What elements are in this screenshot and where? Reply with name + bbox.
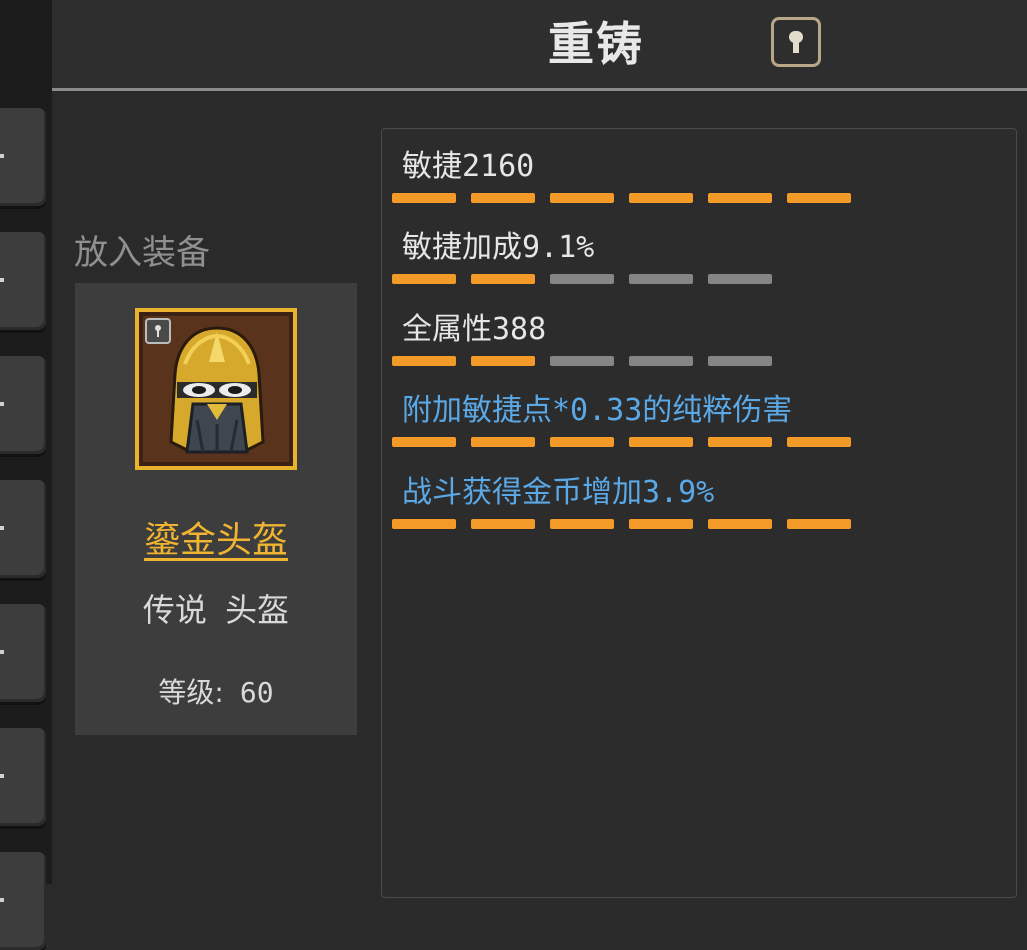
tab-icon — [0, 154, 4, 158]
tier-bar-filled — [392, 519, 456, 529]
tier-bars — [392, 437, 862, 447]
tier-bar-empty — [629, 356, 693, 366]
tier-bar-filled — [471, 356, 535, 366]
equipment-slot[interactable] — [135, 308, 297, 470]
tab-icon — [0, 774, 4, 778]
tier-bar-empty — [708, 274, 772, 284]
tab-icon — [0, 898, 4, 902]
golden-helmet-icon — [169, 326, 265, 454]
stat-row: 敏捷2160 — [392, 147, 851, 203]
tier-bar-empty — [550, 356, 614, 366]
tier-bar-filled — [392, 356, 456, 366]
item-rarity-type: 传说 头盔 — [142, 591, 290, 629]
stat-row: 战斗获得金币增加3.9% — [392, 473, 851, 529]
stat-text: 战斗获得金币增加3.9% — [402, 475, 715, 510]
tier-bar-filled — [787, 519, 851, 529]
tier-bar-filled — [392, 274, 456, 284]
tier-bar-filled — [550, 519, 614, 529]
tier-bar-filled — [471, 437, 535, 447]
category-tab[interactable] — [0, 356, 46, 454]
stat-text: 全属性388 — [402, 312, 547, 347]
tier-bar-filled — [629, 437, 693, 447]
category-tab[interactable] — [0, 480, 46, 578]
tab-icon — [0, 526, 4, 530]
tier-bar-empty — [629, 274, 693, 284]
category-tab[interactable] — [0, 852, 46, 950]
tier-bar-filled — [787, 193, 851, 203]
stat-text: 敏捷加成9.1% — [402, 230, 595, 265]
category-tab[interactable] — [0, 232, 46, 330]
tier-bar-filled — [471, 519, 535, 529]
tier-bars — [392, 356, 862, 366]
item-level-value: 60 — [239, 676, 274, 709]
tier-bar-filled — [471, 193, 535, 203]
tier-bar-filled — [629, 519, 693, 529]
tier-bar-filled — [708, 193, 772, 203]
equipment-panel: 鎏金头盔 传说 头盔 等级: 60 — [75, 283, 357, 735]
tab-icon — [0, 278, 4, 282]
tier-bar-filled — [392, 193, 456, 203]
category-tab[interactable] — [0, 604, 46, 702]
item-name: 鎏金头盔 — [143, 520, 288, 561]
tier-bars — [392, 193, 862, 203]
lock-icon[interactable] — [145, 318, 171, 344]
item-level-label: 等级: — [158, 676, 224, 709]
tier-bar-filled — [629, 193, 693, 203]
stat-text: 附加敏捷点*0.33的纯粹伤害 — [402, 393, 793, 428]
stat-row: 敏捷加成9.1% — [392, 228, 772, 284]
tier-bar-filled — [471, 274, 535, 284]
tier-bar-empty — [550, 274, 614, 284]
header-bar: 重铸 — [52, 0, 1027, 91]
stat-row: 全属性388 — [392, 310, 772, 366]
category-tab[interactable] — [0, 108, 46, 206]
help-button[interactable] — [771, 17, 821, 67]
tier-bar-filled — [550, 437, 614, 447]
keyhole-icon — [789, 31, 803, 53]
tier-bar-filled — [787, 437, 851, 447]
tier-bar-filled — [550, 193, 614, 203]
tier-bars — [392, 274, 862, 284]
tab-icon — [0, 650, 4, 654]
tab-icon — [0, 402, 4, 406]
category-tab[interactable] — [0, 728, 46, 826]
equipment-slot-label: 放入装备 — [74, 233, 210, 273]
stat-row: 附加敏捷点*0.33的纯粹伤害 — [392, 391, 851, 447]
page-title: 重铸 — [548, 17, 644, 71]
tier-bar-filled — [708, 519, 772, 529]
tier-bar-empty — [708, 356, 772, 366]
category-tab-strip — [0, 0, 52, 950]
tier-bars — [392, 519, 862, 529]
stats-panel: 敏捷2160 敏捷加成9.1% 全属性388 附加敏捷点*0.33的纯粹伤害 战… — [381, 128, 1017, 898]
tier-bar-filled — [392, 437, 456, 447]
tier-bar-filled — [708, 437, 772, 447]
stat-text: 敏捷2160 — [402, 149, 535, 184]
item-level: 等级: 60 — [75, 671, 357, 711]
